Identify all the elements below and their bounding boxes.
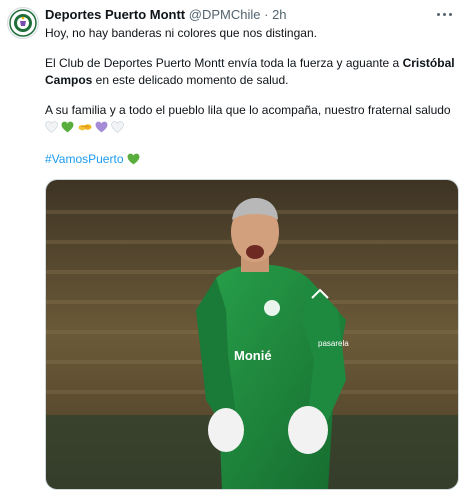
green-heart-icon bbox=[127, 153, 140, 170]
author-name[interactable]: Deportes Puerto Montt bbox=[45, 7, 185, 22]
club-crest-icon bbox=[9, 9, 37, 37]
header-separator: · bbox=[264, 7, 269, 22]
paragraph-3-text: A su familia y a todo el pueblo lila que… bbox=[45, 103, 451, 117]
handshake-icon bbox=[78, 121, 92, 138]
green-heart-icon bbox=[61, 121, 74, 138]
paragraph-2-text-a: El Club de Deportes Puerto Montt envía t… bbox=[45, 56, 403, 70]
tweet-body: Hoy, no hay banderas ni colores que nos … bbox=[45, 25, 455, 170]
tweet-photo[interactable]: Monié pasarela bbox=[45, 179, 459, 490]
more-dot-icon bbox=[442, 12, 446, 16]
tweet-paragraph-3: A su familia y a todo el pueblo lila que… bbox=[45, 102, 455, 138]
paragraph-2-text-b: en este delicado momento de salud. bbox=[92, 73, 289, 87]
tweet-paragraph-2: El Club de Deportes Puerto Montt envía t… bbox=[45, 55, 455, 89]
more-options-button[interactable] bbox=[433, 5, 455, 23]
avatar[interactable] bbox=[7, 7, 39, 39]
jersey-sponsor-label: Monié bbox=[234, 348, 272, 363]
tweet-line-1: Hoy, no hay banderas ni colores que nos … bbox=[45, 26, 317, 40]
white-heart-icon bbox=[111, 121, 125, 138]
hashtag-link[interactable]: #VamosPuerto bbox=[45, 152, 124, 166]
goalkeeper-photo-icon: Monié pasarela bbox=[46, 180, 458, 489]
jersey-brand-label: pasarela bbox=[318, 339, 349, 348]
white-heart-icon bbox=[45, 121, 58, 138]
author-handle[interactable]: @DPMChile bbox=[189, 7, 261, 22]
more-dot-icon bbox=[448, 12, 452, 16]
hashtag-line: #VamosPuerto bbox=[45, 151, 455, 170]
purple-heart-icon bbox=[95, 121, 108, 138]
more-dot-icon bbox=[436, 12, 440, 16]
timestamp[interactable]: 2h bbox=[272, 7, 286, 22]
tweet-header: Deportes Puerto Montt @DPMChile · 2h bbox=[45, 7, 427, 23]
